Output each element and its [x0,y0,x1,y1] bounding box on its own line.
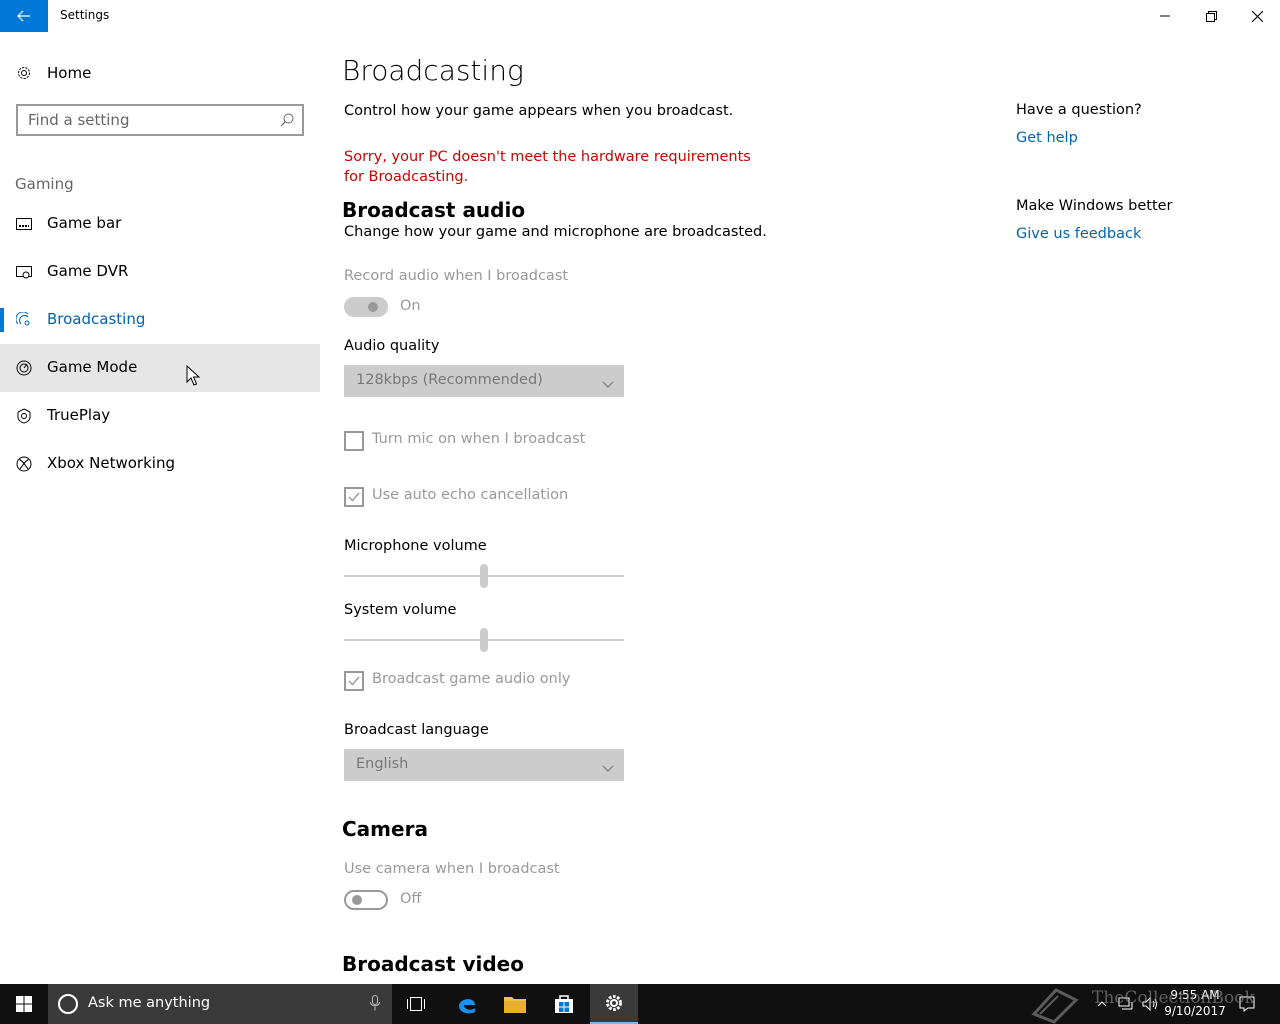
sidebar-item-trueplay[interactable]: TruePlay [0,392,320,440]
toggle-knob [352,895,362,905]
sidebar-item-label: Broadcasting [47,310,146,328]
sidebar-item-label: Game bar [47,214,122,232]
record-audio-label: Record audio when I broadcast [344,268,569,284]
slider-thumb[interactable] [480,564,488,588]
record-audio-state: On [400,298,421,314]
close-button[interactable] [1234,0,1280,32]
watermark: TheCollectionBook [1030,984,1280,1024]
edge-icon [459,999,475,1014]
broadcast-language-value: English [356,756,409,772]
settings-gear-icon [606,995,622,1011]
record-audio-toggle[interactable] [344,297,388,317]
search-icon[interactable] [280,113,294,131]
echo-cancellation-label: Use auto echo cancellation [372,487,569,503]
game-audio-only-checkbox[interactable] [344,671,364,691]
get-help-link[interactable]: Get help [1016,130,1078,146]
system-volume-label: System volume [344,602,457,618]
game-bar-icon [16,216,32,232]
question-heading: Have a question? [1016,102,1142,118]
use-camera-state: Off [400,891,422,907]
broadcast-language-dropdown[interactable]: English [344,749,624,781]
file-explorer-taskbar-button[interactable] [491,984,539,1024]
section-title-camera: Camera [342,817,428,841]
sidebar-item-label: TruePlay [47,406,111,424]
store-icon [555,995,573,1013]
search-input[interactable] [18,106,274,134]
sidebar-item-game-mode[interactable]: Game Mode [0,344,320,392]
sidebar-item-label: Home [47,64,92,82]
restore-icon [1205,10,1217,22]
use-camera-toggle[interactable] [344,890,388,910]
start-button[interactable] [0,984,48,1024]
taskbar-search-box[interactable]: Ask me anything [48,984,392,1024]
page-title: Broadcasting [342,54,524,87]
mic-volume-slider[interactable] [344,564,624,588]
search-box [16,104,304,136]
section-title-broadcast-audio: Broadcast audio [342,198,526,222]
cortana-icon [58,994,78,1014]
window-title: Settings [60,8,110,22]
checkmark-icon [348,676,360,686]
slider-thumb[interactable] [480,628,488,652]
checkmark-icon [348,492,360,502]
mic-volume-label: Microphone volume [344,538,487,554]
mic-on-checkbox[interactable] [344,431,364,451]
chevron-down-icon [602,759,614,777]
use-camera-label: Use camera when I broadcast [344,861,560,877]
microphone-icon[interactable] [370,995,380,1015]
task-view-button[interactable] [392,984,440,1024]
section-label-gaming: Gaming [15,175,74,193]
broadcasting-icon [15,311,32,328]
folder-icon [504,997,526,1013]
watermark-text: TheCollectionBook [1092,988,1255,1008]
minimize-icon [1160,15,1170,17]
active-indicator [0,308,4,332]
back-arrow-icon [17,10,30,22]
minimize-button[interactable] [1142,0,1188,32]
sidebar: Home Gaming Game bar Game DVR Broadcasti… [0,32,320,984]
game-audio-only-label: Broadcast game audio only [372,671,571,687]
sidebar-item-label: Game Mode [47,358,138,376]
title-bar: Settings [0,0,1280,32]
game-dvr-icon [16,264,32,280]
give-feedback-link[interactable]: Give us feedback [1016,226,1141,242]
restore-button[interactable] [1188,0,1234,32]
sidebar-item-label: Xbox Networking [47,454,175,472]
gear-icon [16,65,32,85]
audio-quality-label: Audio quality [344,338,440,354]
audio-quality-dropdown[interactable]: 128kbps (Recommended) [344,365,624,397]
game-mode-icon [16,360,32,376]
broadcast-audio-description: Change how your game and microphone are … [344,224,767,240]
settings-taskbar-button[interactable] [590,984,638,1024]
toggle-knob [368,302,378,312]
mouse-cursor [186,364,201,391]
store-taskbar-button[interactable] [540,984,588,1024]
edge-taskbar-button[interactable] [443,984,491,1024]
sidebar-item-game-bar[interactable]: Game bar [0,200,320,248]
echo-cancellation-checkbox[interactable] [344,487,364,507]
back-button[interactable] [0,0,48,32]
feedback-heading: Make Windows better [1016,198,1173,214]
audio-quality-value: 128kbps (Recommended) [356,372,543,388]
sidebar-item-label: Game DVR [47,262,129,280]
sidebar-item-broadcasting[interactable]: Broadcasting [0,296,320,344]
book-logo-icon [1031,988,1079,1024]
sidebar-item-game-dvr[interactable]: Game DVR [0,248,320,296]
taskbar-search-placeholder: Ask me anything [88,995,211,1011]
task-view-icon [407,997,425,1011]
system-volume-slider[interactable] [344,628,624,652]
mic-on-label: Turn mic on when I broadcast [372,431,586,447]
chevron-down-icon [602,375,614,393]
xbox-icon [16,456,32,472]
error-message: Sorry, your PC doesn't meet the hardware… [344,149,751,185]
close-icon [1251,10,1263,22]
trueplay-icon [16,408,32,424]
sidebar-item-home[interactable]: Home [0,56,320,92]
page-description: Control how your game appears when you b… [344,103,734,119]
section-title-broadcast-video: Broadcast video [342,952,524,976]
sidebar-item-xbox-networking[interactable]: Xbox Networking [0,440,320,488]
broadcast-language-label: Broadcast language [344,722,489,738]
windows-logo-icon [16,996,32,1012]
